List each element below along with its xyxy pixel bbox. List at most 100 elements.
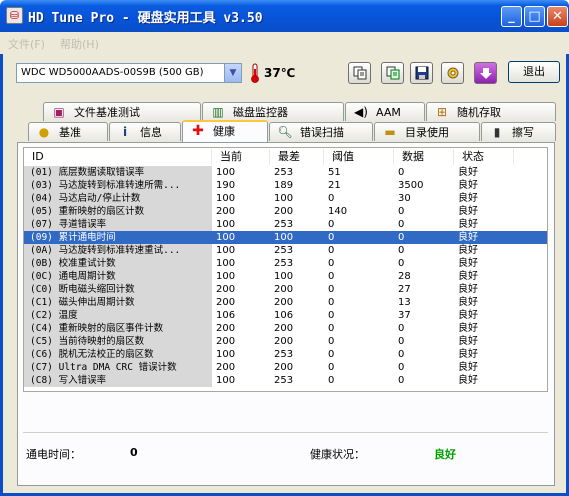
health-status-value: 良好 <box>434 448 456 461</box>
table-row[interactable]: (07) 寻道错误率 100 253 0 0 良好 <box>24 218 547 231</box>
current-cell: 100 <box>216 349 236 360</box>
worst-cell: 100 <box>274 193 294 204</box>
column-header-data[interactable]: 数据 <box>394 149 454 165</box>
status-cell: 良好 <box>458 375 478 386</box>
table-row[interactable]: (03) 马达旋转到标准转速所需... 190 189 21 3500 良好 <box>24 179 547 192</box>
close-button[interactable]: ✕ <box>547 6 568 27</box>
column-header-threshold[interactable]: 阈值 <box>324 149 394 165</box>
tab-random-access[interactable]: ⊞ 随机存取 <box>426 102 556 121</box>
options-icon[interactable] <box>441 62 464 84</box>
data-cell: 0 <box>398 258 405 269</box>
table-row[interactable]: (0A) 马达旋转到标准转速重试... 100 253 0 0 良好 <box>24 244 547 257</box>
table-row[interactable]: (C2) 温度 106 106 0 37 良好 <box>24 309 547 322</box>
tab-label: 错误扫描 <box>300 126 344 139</box>
status-cell: 良好 <box>458 284 478 295</box>
current-cell: 100 <box>216 219 236 230</box>
table-row[interactable]: (0B) 校准重试计数 100 253 0 0 良好 <box>24 257 547 270</box>
table-row[interactable]: (C7) Ultra DMA CRC 错误计数 200 200 0 0 良好 <box>24 361 547 374</box>
table-row[interactable]: (04) 马达启动/停止计数 100 100 0 30 良好 <box>24 192 547 205</box>
worst-cell: 253 <box>274 349 294 360</box>
tab-aam[interactable]: ◀) AAM <box>345 102 425 121</box>
chevron-down-icon[interactable]: ▼ <box>224 64 241 82</box>
current-cell: 100 <box>216 375 236 386</box>
folder-icon: ▬ <box>384 125 396 139</box>
tab-folder-usage[interactable]: ▬ 目录使用 <box>374 122 480 141</box>
power-on-value: 0 <box>130 446 138 459</box>
table-row[interactable]: (C6) 脱机无法校正的扇区数 100 253 0 0 良好 <box>24 348 547 361</box>
tab-benchmark[interactable]: ● 基准 <box>28 122 108 141</box>
tab-erase[interactable]: ▮ 擦写 <box>481 122 556 141</box>
data-cell: 0 <box>398 375 405 386</box>
status-cell: 良好 <box>458 310 478 321</box>
data-cell: 0 <box>398 219 405 230</box>
download-icon[interactable] <box>474 62 497 84</box>
table-row[interactable]: (05) 重新映射的扇区计数 200 200 140 0 良好 <box>24 205 547 218</box>
status-cell: 良好 <box>458 206 478 217</box>
current-cell: 100 <box>216 245 236 256</box>
tab-label: 基准 <box>59 126 81 139</box>
current-cell: 200 <box>216 323 236 334</box>
minimize-button[interactable]: _ <box>501 6 522 27</box>
data-cell: 0 <box>398 362 405 373</box>
attribute-id-cell: (03) 马达旋转到标准转速所需... <box>24 179 212 192</box>
table-row[interactable]: (01) 底层数据读取错误率 100 253 51 0 良好 <box>24 166 547 179</box>
current-cell: 200 <box>216 362 236 373</box>
current-cell: 100 <box>216 271 236 282</box>
table-row[interactable]: (C8) 写入错误率 100 253 0 0 良好 <box>24 374 547 387</box>
worst-cell: 100 <box>274 232 294 243</box>
copy-all-icon[interactable] <box>381 62 404 84</box>
table-row[interactable]: (C4) 重新映射的扇区事件计数 200 200 0 0 良好 <box>24 322 547 335</box>
column-header-id[interactable]: ID <box>24 149 212 165</box>
worst-cell: 200 <box>274 284 294 295</box>
data-cell: 28 <box>398 271 411 282</box>
table-row[interactable]: (C5) 当前待映射的扇区数 200 200 0 0 良好 <box>24 335 547 348</box>
attribute-id-cell: (C8) 写入错误率 <box>24 374 212 387</box>
copy-icon[interactable] <box>348 62 371 84</box>
drive-select[interactable]: WDC WD5000AADS-00S9B (500 GB) <box>16 63 242 83</box>
tab-label: 擦写 <box>512 126 534 139</box>
maximize-button[interactable]: □ <box>524 6 545 27</box>
tab-label: 信息 <box>140 126 162 139</box>
tab-label: AAM <box>376 106 401 119</box>
threshold-cell: 0 <box>328 271 335 282</box>
data-cell: 0 <box>398 245 405 256</box>
data-cell: 3500 <box>398 180 424 191</box>
app-icon: ⛁ <box>6 7 23 24</box>
menu-file[interactable]: 文件(F) <box>8 36 45 52</box>
table-row[interactable]: (C0) 断电磁头缩回计数 200 200 0 27 良好 <box>24 283 547 296</box>
status-cell: 良好 <box>458 258 478 269</box>
smart-table[interactable]: ID 当前 最差 阈值 数据 状态 (01) 底层数据读取错误率 100 253 51… <box>23 147 548 392</box>
speaker-icon: ◀) <box>354 105 368 119</box>
tab-label: 目录使用 <box>405 126 449 139</box>
column-header-current[interactable]: 当前 <box>212 149 270 165</box>
worst-cell: 106 <box>274 310 294 321</box>
data-cell: 0 <box>398 232 405 243</box>
tab-disk-monitor[interactable]: ▥ 磁盘监控器 <box>202 102 344 121</box>
tab-health[interactable]: ✚ 健康 <box>182 120 268 143</box>
worst-cell: 253 <box>274 219 294 230</box>
attribute-id-cell: (01) 底层数据读取错误率 <box>24 166 212 179</box>
table-row[interactable]: (0C) 通电周期计数 100 100 0 28 良好 <box>24 270 547 283</box>
worst-cell: 253 <box>274 245 294 256</box>
status-cell: 良好 <box>458 232 478 243</box>
worst-cell: 189 <box>274 180 294 191</box>
column-header-status[interactable]: 状态 <box>454 149 514 165</box>
status-cell: 良好 <box>458 245 478 256</box>
menu-help[interactable]: 帮助(H) <box>60 36 99 52</box>
status-cell: 良好 <box>458 219 478 230</box>
exit-button[interactable]: 退出 <box>508 61 560 83</box>
status-cell: 良好 <box>458 336 478 347</box>
table-row[interactable]: (09) 累计通电时间 100 100 0 0 良好 <box>24 231 547 244</box>
status-cell: 良好 <box>458 362 478 373</box>
current-cell: 106 <box>216 310 236 321</box>
worst-cell: 200 <box>274 323 294 334</box>
column-header-worst[interactable]: 最差 <box>270 149 324 165</box>
tab-info[interactable]: i 信息 <box>109 122 181 141</box>
disk-monitor-icon: ▥ <box>212 105 224 119</box>
tab-label: 文件基准测试 <box>74 106 140 119</box>
table-row[interactable]: (C1) 磁头伸出周期计数 200 200 0 13 良好 <box>24 296 547 309</box>
data-cell: 27 <box>398 284 411 295</box>
tab-error-scan[interactable]: 🔍︎ 错误扫描 <box>269 122 373 141</box>
tab-file-benchmark[interactable]: ▣ 文件基准测试 <box>43 102 201 121</box>
save-icon[interactable] <box>410 62 433 84</box>
